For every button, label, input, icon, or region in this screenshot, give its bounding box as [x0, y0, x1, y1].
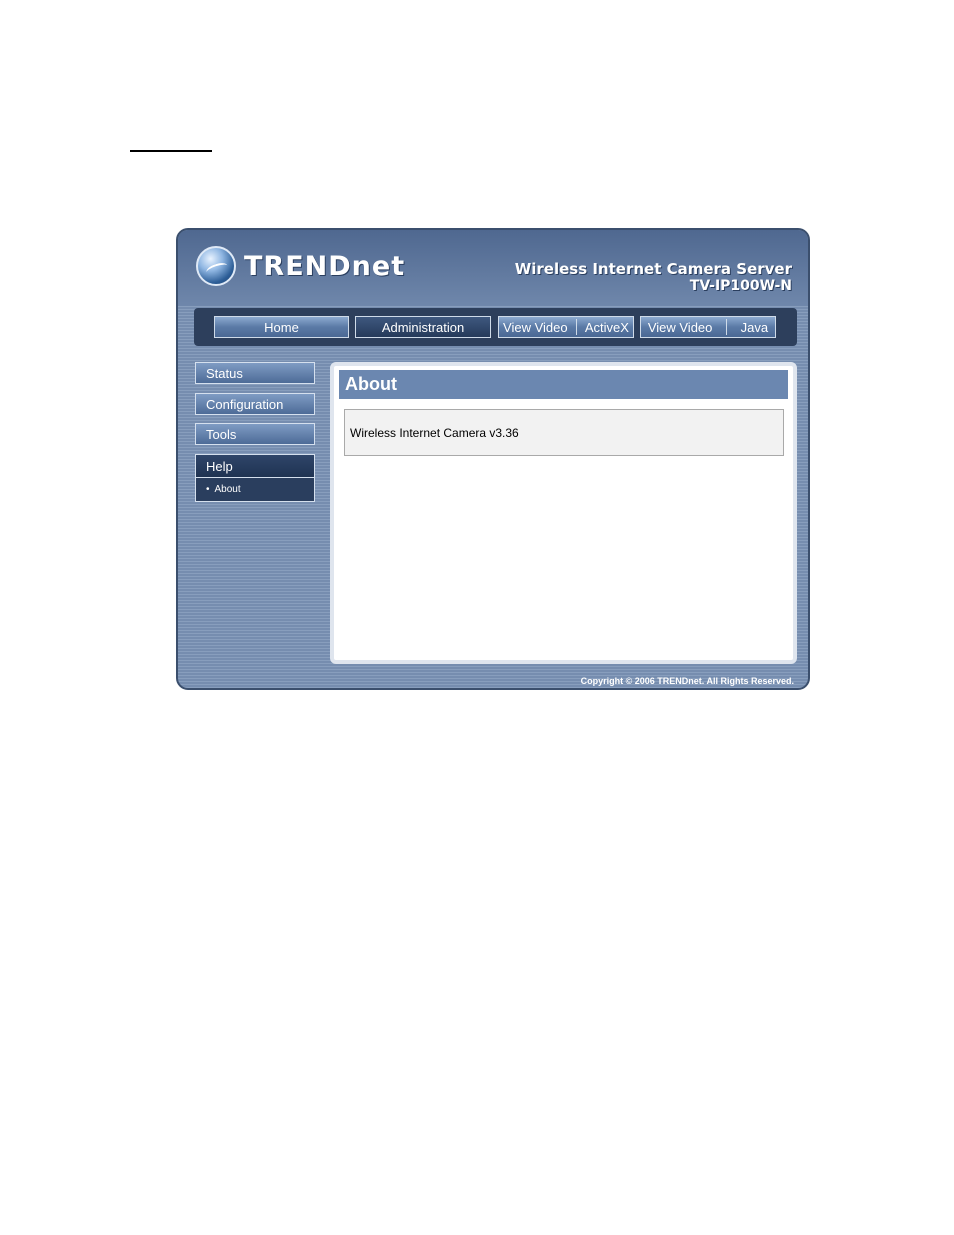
app-frame: TRENDnet Wireless Internet Camera Server…: [176, 228, 810, 690]
logo-globe-icon: [196, 246, 236, 286]
sidebar-item-configuration[interactable]: Configuration: [195, 393, 315, 415]
sidebar-subitem-label: About: [214, 484, 241, 495]
version-info: Wireless Internet Camera v3.36: [344, 409, 784, 456]
nav-view-video-activex-button[interactable]: View Video ActiveX: [498, 316, 634, 338]
bullet-icon: •: [206, 484, 210, 495]
divider: [726, 319, 728, 335]
content-panel: About Wireless Internet Camera v3.36: [330, 362, 797, 664]
version-text: Wireless Internet Camera v3.36: [350, 425, 519, 440]
logo: TRENDnet: [196, 246, 405, 286]
page-title: About: [339, 370, 788, 399]
sidebar-item-help[interactable]: Help: [195, 454, 315, 478]
nav-view-video-label: View Video: [647, 319, 713, 335]
product-title: Wireless Internet Camera Server: [514, 260, 792, 278]
nav-bar: Home Administration View Video ActiveX V…: [194, 308, 797, 346]
divider: [575, 319, 577, 335]
nav-administration-button[interactable]: Administration: [355, 316, 491, 338]
header: TRENDnet Wireless Internet Camera Server…: [178, 230, 808, 306]
nav-view-video-java-button[interactable]: View Video Java: [640, 316, 776, 338]
sidebar-item-status[interactable]: Status: [195, 362, 315, 384]
top-rule: [130, 150, 212, 152]
copyright-footer: Copyright © 2006 TRENDnet. All Rights Re…: [580, 676, 794, 686]
nav-java-label: Java: [740, 319, 769, 335]
brand-name: TRENDnet: [244, 250, 406, 282]
nav-view-video-label: View Video: [503, 319, 568, 335]
sidebar-subitem-about[interactable]: • About: [195, 478, 315, 502]
nav-activex-label: ActiveX: [584, 319, 629, 335]
sidebar-item-tools[interactable]: Tools: [195, 423, 315, 445]
model-name: TV-IP100W-N: [689, 278, 792, 294]
nav-home-button[interactable]: Home: [214, 316, 349, 338]
